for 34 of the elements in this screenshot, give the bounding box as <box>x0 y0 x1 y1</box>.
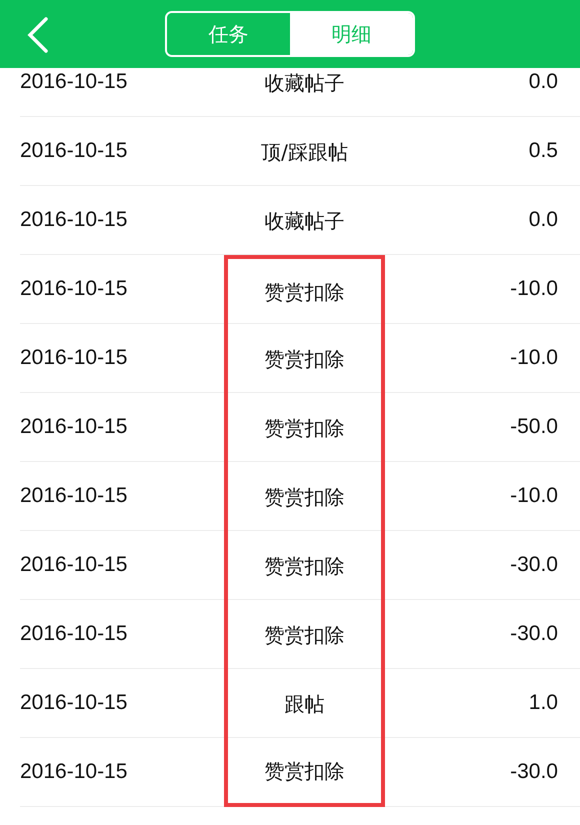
amount-text: 0.0 <box>528 69 558 96</box>
record-type-text: 顶/踩跟帖 <box>260 138 349 166</box>
amount-text: -30.0 <box>509 621 558 648</box>
date-text: 2016-10-15 <box>20 759 128 786</box>
highlighted-type-cell: 赞赏扣除 <box>224 462 385 531</box>
date-text: 2016-10-15 <box>20 483 128 510</box>
amount-text: -30.0 <box>509 759 558 786</box>
amount-text: 0.5 <box>528 138 558 164</box>
highlighted-type-cell: 赞赏扣除 <box>224 324 385 393</box>
date-text: 2016-10-15 <box>20 345 128 372</box>
date-text: 2016-10-15 <box>20 69 128 96</box>
amount-text: -10.0 <box>509 276 558 302</box>
date-text: 2016-10-15 <box>20 207 128 234</box>
record-type-text: 收藏帖子 <box>264 70 346 96</box>
date-text: 2016-10-15 <box>20 621 128 648</box>
date-text: 2016-10-15 <box>20 138 128 164</box>
highlighted-type-cell: 赞赏扣除 <box>224 531 385 600</box>
amount-text: -50.0 <box>509 414 558 440</box>
date-text: 2016-10-15 <box>20 276 128 302</box>
highlighted-type-cell: 跟帖 <box>224 669 385 738</box>
amount-text: -10.0 <box>509 345 558 372</box>
record-type-text: 收藏帖子 <box>264 208 346 234</box>
highlighted-type-cell: 赞赏扣除 <box>224 738 385 807</box>
amount-text: -10.0 <box>509 483 558 510</box>
segment-tab[interactable]: 明细 <box>290 13 413 55</box>
highlighted-type-cell: 赞赏扣除 <box>224 393 385 462</box>
amount-text: 1.0 <box>528 690 558 716</box>
highlighted-type-cell: 赞赏扣除 <box>224 600 385 669</box>
highlighted-type-cell: 赞赏扣除 <box>224 255 385 324</box>
amount-text: -30.0 <box>509 552 558 578</box>
date-text: 2016-10-15 <box>20 552 128 578</box>
date-text: 2016-10-15 <box>20 414 128 440</box>
amount-text: 0.0 <box>528 207 558 234</box>
date-text: 2016-10-15 <box>20 690 128 716</box>
